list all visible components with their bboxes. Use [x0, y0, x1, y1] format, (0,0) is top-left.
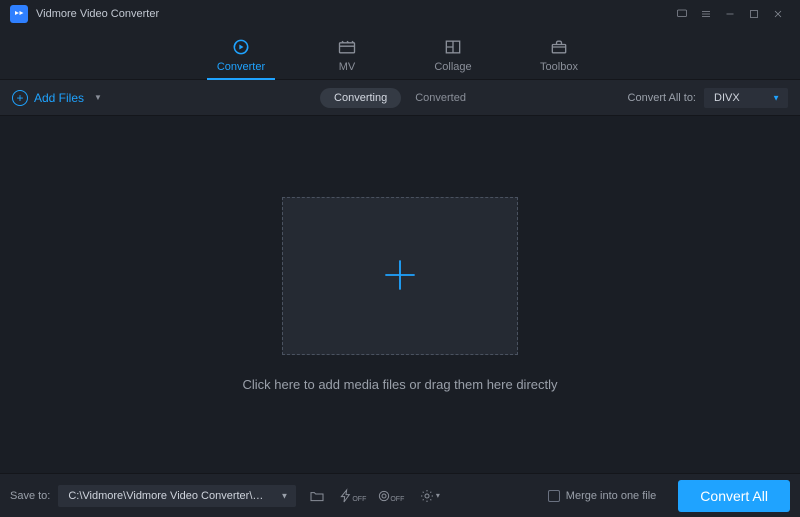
- bottom-bar: Save to: C:\Vidmore\Vidmore Video Conver…: [0, 473, 800, 517]
- tab-collage[interactable]: Collage: [423, 37, 483, 79]
- dropzone[interactable]: [282, 197, 518, 355]
- subtab-converted[interactable]: Converted: [401, 88, 480, 108]
- tab-label: MV: [339, 61, 356, 73]
- format-selected-value: DIVX: [714, 92, 740, 104]
- dropzone-help-text: Click here to add media files or drag th…: [242, 377, 557, 392]
- plus-circle-icon: +: [12, 90, 28, 106]
- menu-icon[interactable]: [694, 2, 718, 26]
- sub-toolbar: + Add Files ▼ Converting Converted Conve…: [0, 80, 800, 116]
- feedback-icon[interactable]: [670, 2, 694, 26]
- plus-icon: [378, 253, 422, 300]
- add-files-label: Add Files: [34, 91, 84, 105]
- close-button[interactable]: [766, 2, 790, 26]
- settings-button[interactable]: ▾: [414, 484, 444, 508]
- tab-toolbox[interactable]: Toolbox: [529, 37, 589, 79]
- tab-label: Collage: [434, 61, 471, 73]
- save-to-label: Save to:: [10, 490, 50, 502]
- app-logo-icon: [10, 5, 28, 23]
- collage-icon: [443, 37, 463, 57]
- toolbox-icon: [549, 37, 569, 57]
- minimize-button[interactable]: [718, 2, 742, 26]
- chevron-down-icon: ▼: [772, 93, 780, 102]
- save-path-select[interactable]: C:\Vidmore\Vidmore Video Converter\Conve…: [58, 485, 296, 507]
- convert-all-to-label: Convert All to:: [628, 92, 696, 104]
- chevron-down-icon[interactable]: ▼: [94, 93, 102, 102]
- subtab-converting[interactable]: Converting: [320, 88, 401, 108]
- titlebar: Vidmore Video Converter: [0, 0, 800, 28]
- converter-icon: [231, 37, 251, 57]
- tab-label: Converter: [217, 61, 265, 73]
- merge-checkbox[interactable]: Merge into one file: [548, 490, 657, 502]
- convert-all-button[interactable]: Convert All: [678, 480, 790, 512]
- tab-mv[interactable]: MV: [317, 37, 377, 79]
- tab-converter[interactable]: Converter: [211, 37, 271, 79]
- checkbox-icon: [548, 490, 560, 502]
- open-folder-button[interactable]: [304, 484, 330, 508]
- add-files-button[interactable]: + Add Files ▼: [12, 90, 102, 106]
- merge-label: Merge into one file: [566, 490, 657, 502]
- maximize-button[interactable]: [742, 2, 766, 26]
- mv-icon: [337, 37, 357, 57]
- save-path-value: C:\Vidmore\Vidmore Video Converter\Conve…: [68, 490, 296, 502]
- chevron-down-icon: ▼: [280, 491, 288, 500]
- high-speed-button[interactable]: OFF: [376, 484, 406, 508]
- main-tabs: Converter MV Collage Toolbox: [0, 28, 800, 80]
- tab-label: Toolbox: [540, 61, 578, 73]
- main-content: Click here to add media files or drag th…: [0, 116, 800, 473]
- app-title: Vidmore Video Converter: [36, 8, 159, 20]
- hardware-accel-button[interactable]: OFF: [338, 484, 368, 508]
- convert-all-to: Convert All to: DIVX ▼: [628, 88, 788, 108]
- status-tabs: Converting Converted: [320, 88, 480, 108]
- output-format-select[interactable]: DIVX ▼: [704, 88, 788, 108]
